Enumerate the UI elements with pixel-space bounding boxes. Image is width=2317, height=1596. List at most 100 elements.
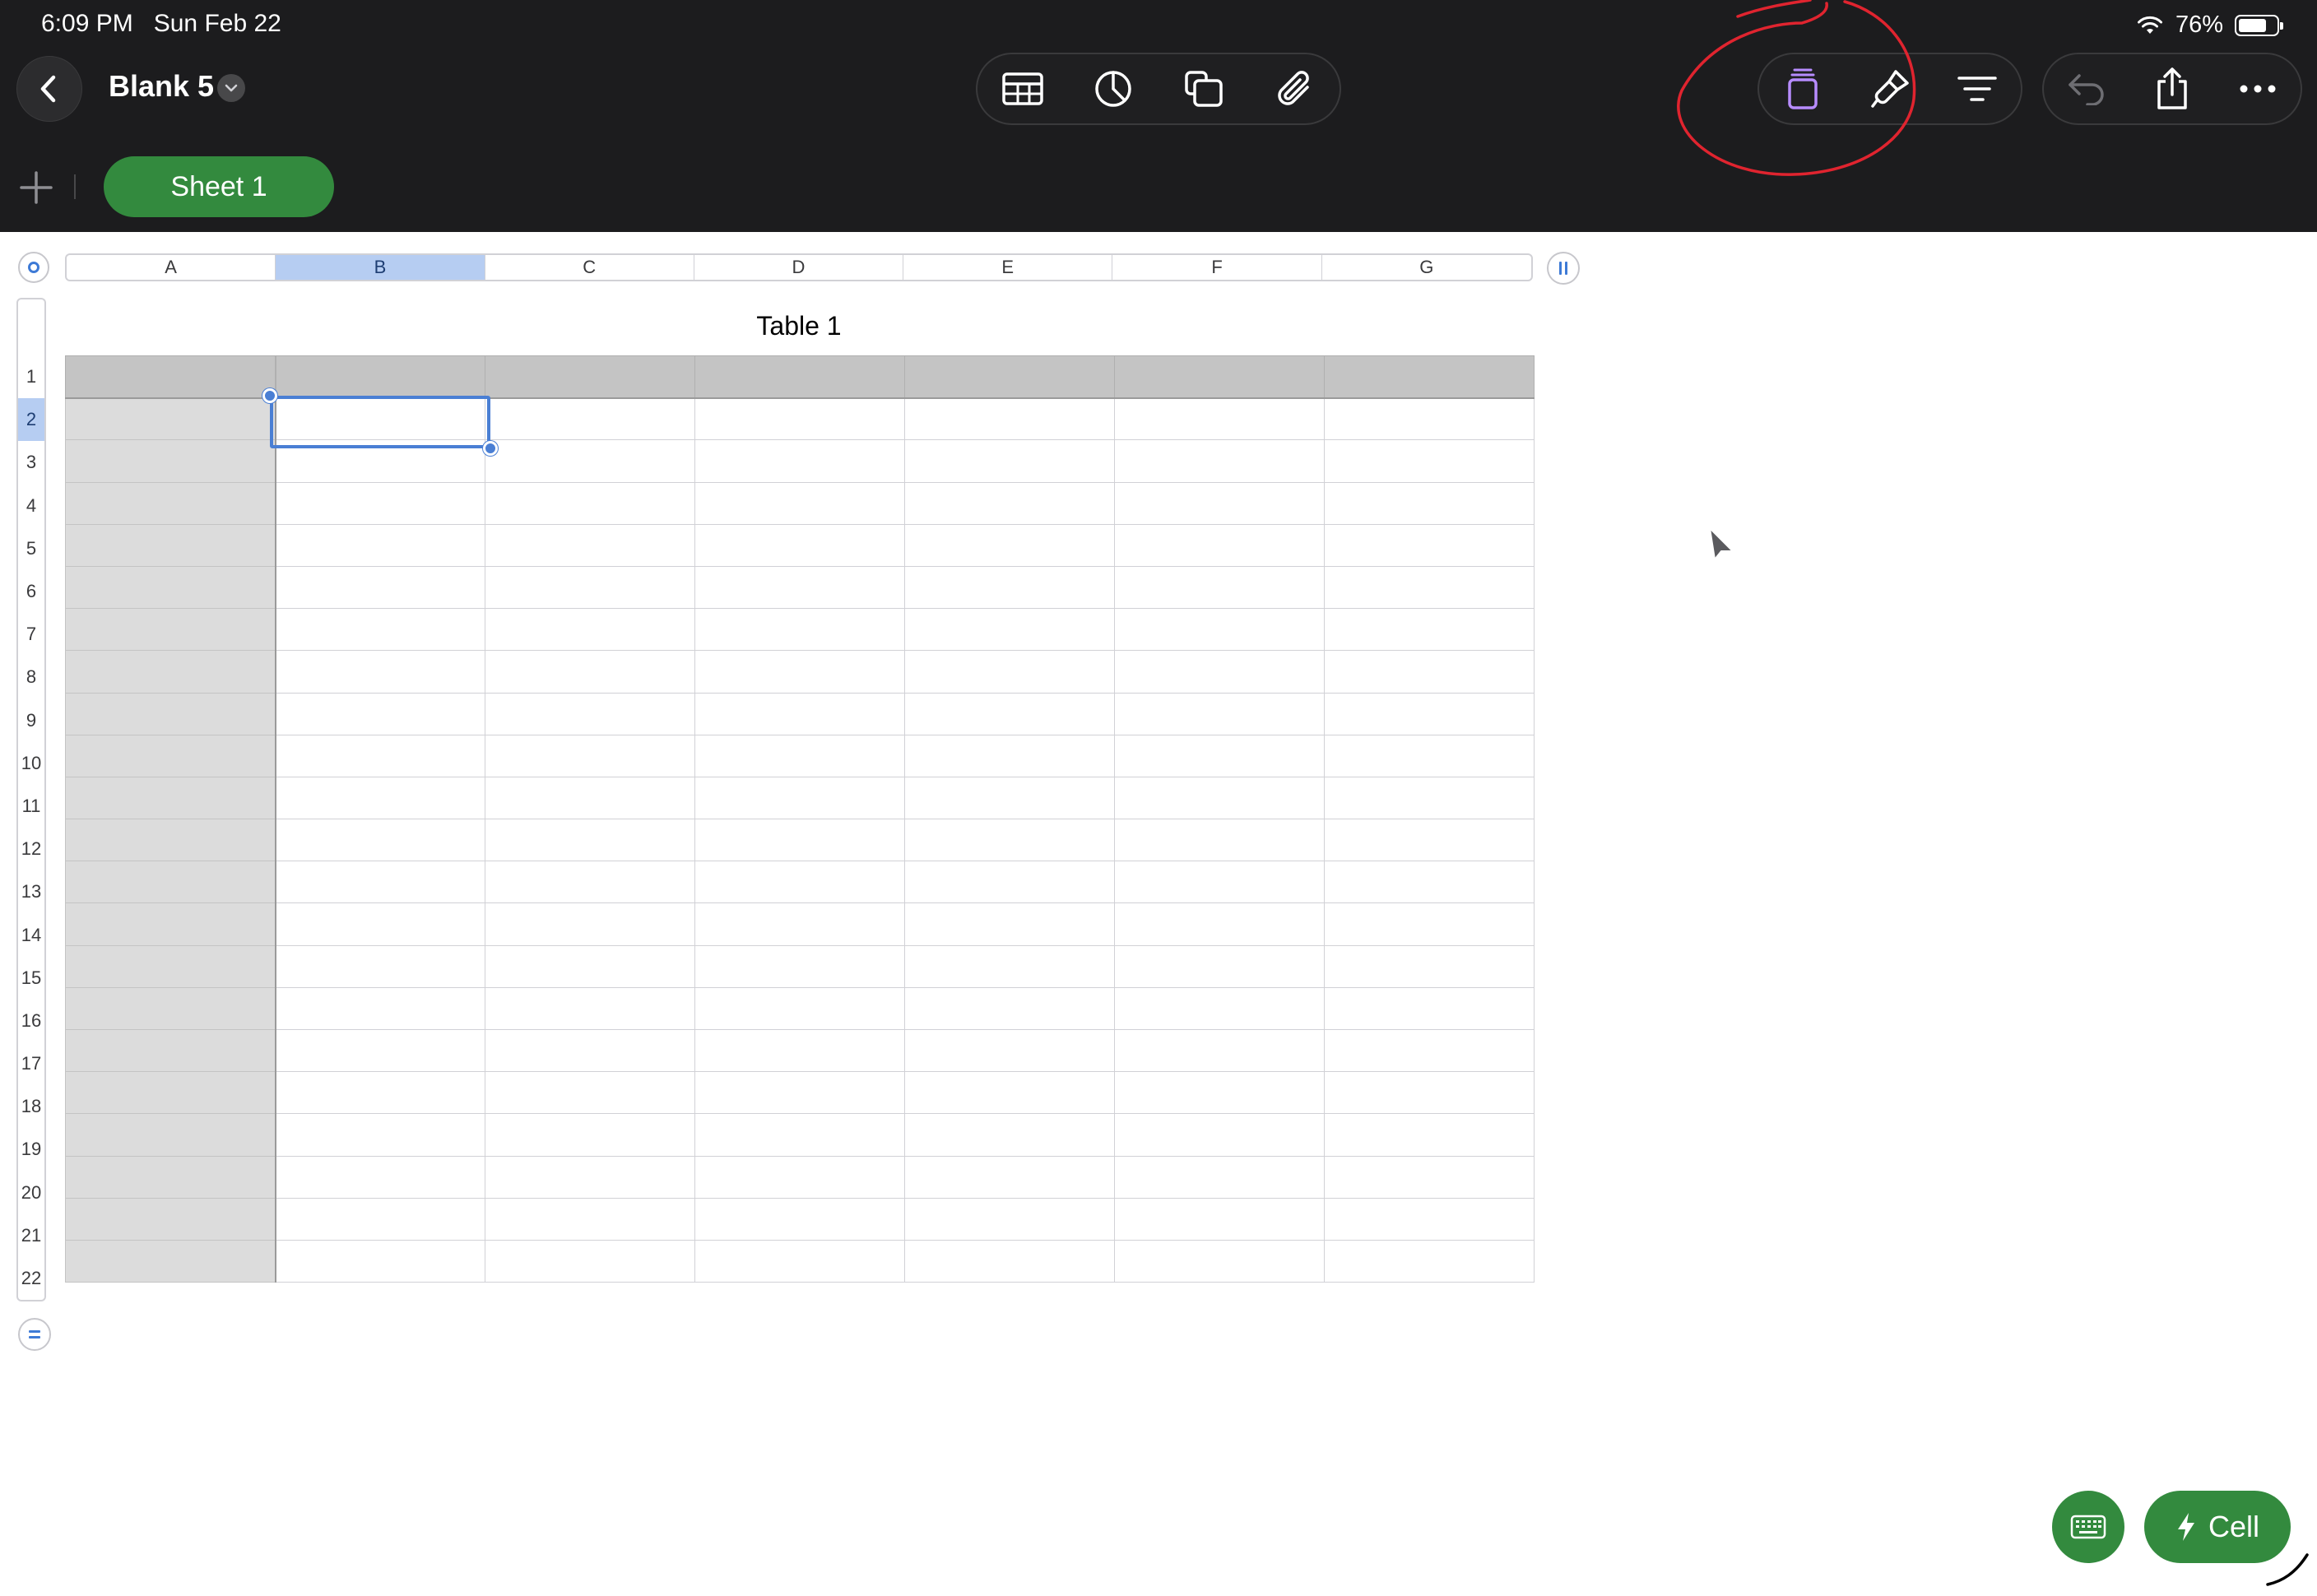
keyboard-button[interactable] xyxy=(2052,1491,2124,1563)
table-cell-g3[interactable] xyxy=(1324,439,1535,483)
row-header-22[interactable]: 22 xyxy=(18,1257,44,1300)
table-cell-c13[interactable] xyxy=(485,861,695,904)
table-cell-e10[interactable] xyxy=(904,734,1115,777)
row-header-12[interactable]: 12 xyxy=(18,828,44,870)
table-cell-c2[interactable] xyxy=(485,397,695,441)
document-menu-button[interactable] xyxy=(217,74,245,102)
insert-chart-button[interactable] xyxy=(1084,59,1143,118)
table-cell-f7[interactable] xyxy=(1114,608,1325,652)
table-cell-e9[interactable] xyxy=(904,692,1115,735)
table-cell-f5[interactable] xyxy=(1114,523,1325,567)
table-cell-b13[interactable] xyxy=(275,861,485,904)
table-cell-g21[interactable] xyxy=(1324,1197,1535,1241)
table-cell-c4[interactable] xyxy=(485,481,695,525)
table-cell-g22[interactable] xyxy=(1324,1239,1535,1283)
table-title[interactable]: Table 1 xyxy=(65,311,1533,341)
table-cell-d19[interactable] xyxy=(694,1113,905,1157)
table-cell-d18[interactable] xyxy=(694,1071,905,1115)
table-cell-g9[interactable] xyxy=(1324,692,1535,735)
table-cell-a18[interactable] xyxy=(65,1071,276,1115)
table-cell-e6[interactable] xyxy=(904,565,1115,610)
table-cell-a7[interactable] xyxy=(65,608,276,652)
table-cell-f20[interactable] xyxy=(1114,1155,1325,1199)
table-cell-b16[interactable] xyxy=(275,986,485,1031)
table-cell-g13[interactable] xyxy=(1324,861,1535,904)
table-cell-c18[interactable] xyxy=(485,1071,695,1115)
table-cell-g10[interactable] xyxy=(1324,734,1535,777)
organize-button[interactable] xyxy=(1948,59,2007,118)
table-cell-g4[interactable] xyxy=(1324,481,1535,525)
table-cell-e22[interactable] xyxy=(904,1239,1115,1283)
table-cell-c11[interactable] xyxy=(485,776,695,820)
selected-cell-outline[interactable] xyxy=(270,396,490,448)
table-cell-c15[interactable] xyxy=(485,944,695,988)
table-cell-a21[interactable] xyxy=(65,1197,276,1241)
table-cell-b22[interactable] xyxy=(275,1239,485,1283)
table-cell-g5[interactable] xyxy=(1324,523,1535,567)
table-cell-c20[interactable] xyxy=(485,1155,695,1199)
table-cell-c1[interactable] xyxy=(485,355,695,399)
row-header-6[interactable]: 6 xyxy=(18,570,44,613)
sheet-tab-1[interactable]: Sheet 1 xyxy=(104,156,334,217)
table-cell-b4[interactable] xyxy=(275,481,485,525)
table-cell-d6[interactable] xyxy=(694,565,905,610)
table-cell-g15[interactable] xyxy=(1324,944,1535,988)
table-cell-c5[interactable] xyxy=(485,523,695,567)
table-cell-c9[interactable] xyxy=(485,692,695,735)
table-cell-c17[interactable] xyxy=(485,1028,695,1073)
table-cell-d4[interactable] xyxy=(694,481,905,525)
table-cell-e18[interactable] xyxy=(904,1071,1115,1115)
table-cell-a20[interactable] xyxy=(65,1155,276,1199)
table-cell-e3[interactable] xyxy=(904,439,1115,483)
table-cell-b21[interactable] xyxy=(275,1197,485,1241)
table-cell-d9[interactable] xyxy=(694,692,905,735)
table-cell-d10[interactable] xyxy=(694,734,905,777)
table-cell-a2[interactable] xyxy=(65,397,276,441)
table-cell-g12[interactable] xyxy=(1324,819,1535,862)
share-button[interactable] xyxy=(2143,59,2202,118)
table-cell-g14[interactable] xyxy=(1324,902,1535,946)
table-cell-f4[interactable] xyxy=(1114,481,1325,525)
table-cell-e11[interactable] xyxy=(904,776,1115,820)
table-cell-f2[interactable] xyxy=(1114,397,1325,441)
table-cell-a9[interactable] xyxy=(65,692,276,735)
table-cell-g16[interactable] xyxy=(1324,986,1535,1031)
add-column-handle[interactable] xyxy=(1547,252,1580,285)
table-cell-d1[interactable] xyxy=(694,355,905,399)
table-cell-g7[interactable] xyxy=(1324,608,1535,652)
table-cell-c10[interactable] xyxy=(485,734,695,777)
table-cell-c16[interactable] xyxy=(485,986,695,1031)
table-cell-e20[interactable] xyxy=(904,1155,1115,1199)
table-cell-d22[interactable] xyxy=(694,1239,905,1283)
table-cell-c6[interactable] xyxy=(485,565,695,610)
table-cell-a22[interactable] xyxy=(65,1239,276,1283)
table-cell-f19[interactable] xyxy=(1114,1113,1325,1157)
table-cell-g8[interactable] xyxy=(1324,650,1535,694)
column-header-c[interactable]: C xyxy=(485,255,694,280)
table-cell-f18[interactable] xyxy=(1114,1071,1325,1115)
table-cell-e1[interactable] xyxy=(904,355,1115,399)
table-cell-a8[interactable] xyxy=(65,650,276,694)
table-cell-b9[interactable] xyxy=(275,692,485,735)
table-cell-f16[interactable] xyxy=(1114,986,1325,1031)
table-cell-e14[interactable] xyxy=(904,902,1115,946)
table-cell-b11[interactable] xyxy=(275,776,485,820)
column-header-a[interactable]: A xyxy=(67,255,276,280)
table-cell-c7[interactable] xyxy=(485,608,695,652)
add-sheet-button[interactable] xyxy=(13,165,59,211)
selection-handle-bottom-right[interactable] xyxy=(483,441,498,456)
insert-table-button[interactable] xyxy=(993,59,1052,118)
table-cell-e8[interactable] xyxy=(904,650,1115,694)
table-cell-b6[interactable] xyxy=(275,565,485,610)
table-cell-b1[interactable] xyxy=(275,355,485,399)
table-cell-e7[interactable] xyxy=(904,608,1115,652)
table-cell-g2[interactable] xyxy=(1324,397,1535,441)
table-cell-f22[interactable] xyxy=(1114,1239,1325,1283)
table-cell-c14[interactable] xyxy=(485,902,695,946)
paste-style-button[interactable] xyxy=(1860,59,1920,118)
table-cell-b12[interactable] xyxy=(275,819,485,862)
table-cell-f3[interactable] xyxy=(1114,439,1325,483)
row-header-13[interactable]: 13 xyxy=(18,870,44,913)
insert-shape-button[interactable] xyxy=(1174,59,1233,118)
table-cell-a4[interactable] xyxy=(65,481,276,525)
